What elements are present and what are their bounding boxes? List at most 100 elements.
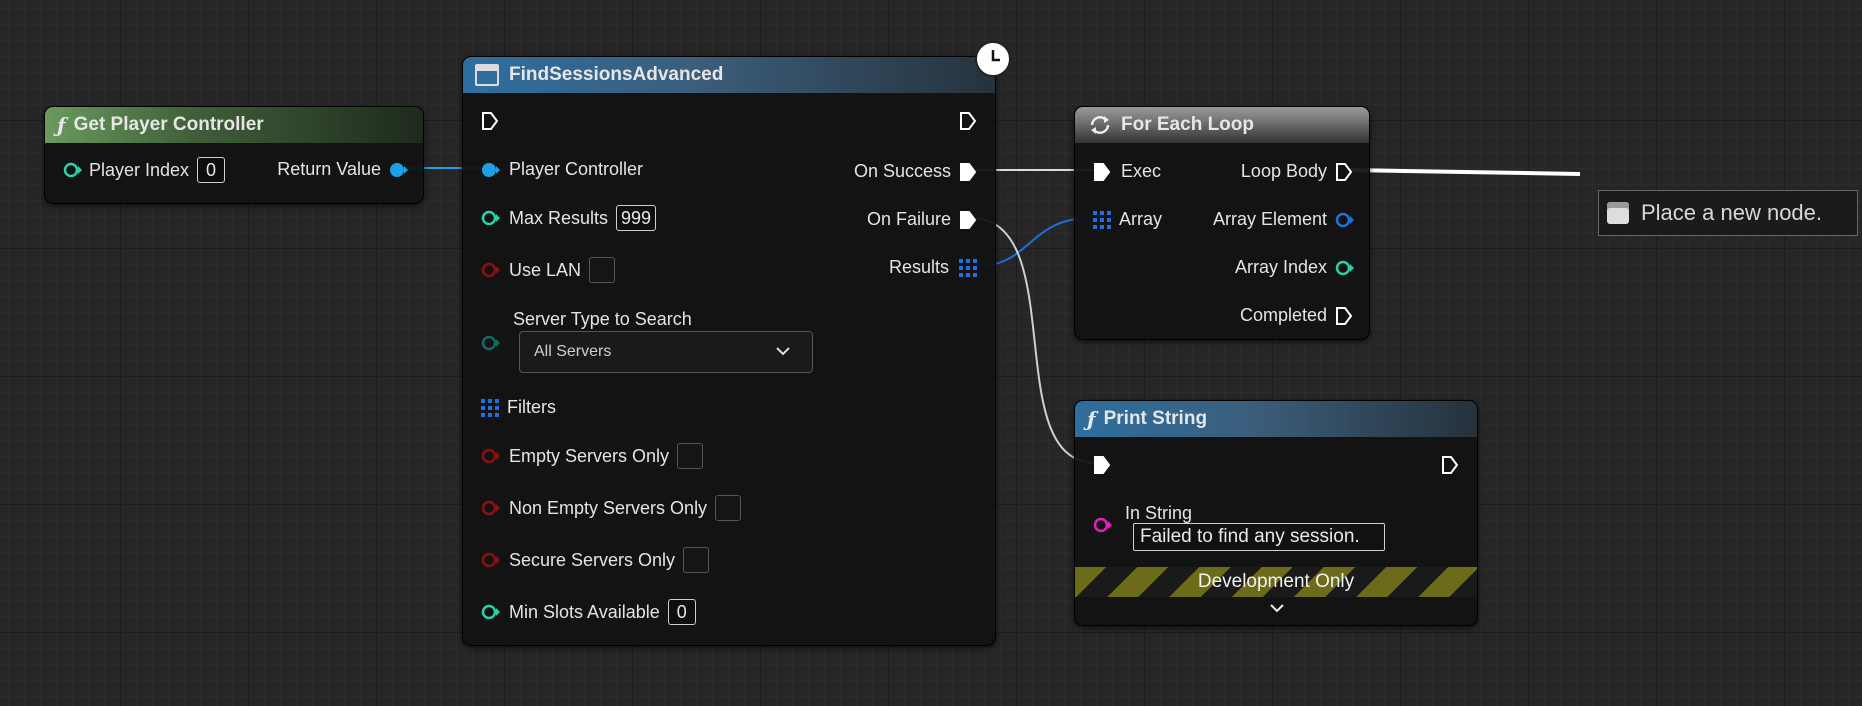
int-pin-icon[interactable] [481,604,501,620]
node-icon [1607,202,1629,224]
pin-label: Max Results [509,207,609,228]
pin-label: Return Value [277,159,381,179]
bool-pin-icon[interactable] [481,262,501,278]
clock-icon [975,41,1011,77]
pin-label: Array Element [1212,209,1327,229]
function-icon: ƒ [57,113,66,137]
empty-servers-only-pin[interactable]: Empty Servers Only [481,443,704,469]
get-player-controller-node[interactable]: ƒ Get Player Controller Player Index 0 R… [44,106,424,204]
node-header[interactable]: ƒ Get Player Controller [45,107,423,143]
player-index-pin[interactable]: Player Index 0 [63,157,226,183]
secure-servers-only-pin[interactable]: Secure Servers Only [481,547,710,573]
bool-pin-icon[interactable] [481,500,501,516]
completed-pin[interactable]: Completed [1240,305,1353,326]
pin-label: Completed [1239,305,1327,325]
loop-icon [1090,116,1110,134]
bool-pin-icon[interactable] [481,552,501,568]
exec-in-pin[interactable] [481,111,499,131]
string-pin-icon[interactable] [1093,517,1113,533]
struct-array-pin-icon[interactable] [959,258,977,277]
exec-pin-icon[interactable] [1335,306,1353,326]
pin-label: Array Index [1234,257,1327,277]
pin-label: Results [888,257,949,277]
for-each-loop-node[interactable]: For Each Loop Exec Array Loop Body Array… [1074,106,1370,340]
results-pin[interactable]: Results [889,257,977,278]
exec-in-pin[interactable] [1093,455,1111,475]
pin-label: In String [1125,503,1193,523]
node-title: Get Player Controller [73,114,264,135]
pin-label: Array [1119,209,1163,229]
pin-label: Filters [507,397,556,417]
find-sessions-advanced-node[interactable]: FindSessionsAdvanced Player Controller M… [462,41,1011,646]
int-pin-icon[interactable] [1335,260,1355,276]
array-pin[interactable]: Array [1093,209,1162,230]
node-title: FindSessionsAdvanced [509,64,724,85]
loop-body-pin[interactable]: Loop Body [1241,161,1353,182]
secure-servers-only-checkbox[interactable] [683,547,710,573]
array-element-pin[interactable]: Array Element [1213,209,1355,230]
exec-pin-icon[interactable] [959,162,977,182]
in-string-input[interactable]: Failed to find any session. [1133,523,1385,551]
pin-label: Secure Servers Only [509,549,676,570]
int-pin-icon[interactable] [481,210,501,226]
print-string-node[interactable]: ƒ Print String In String Failed to find … [1074,400,1478,626]
banner-label: Development Only [1197,571,1355,592]
array-index-pin[interactable]: Array Index [1235,257,1355,278]
bool-pin-icon[interactable] [481,448,501,464]
on-failure-pin[interactable]: On Failure [867,209,977,230]
int-pin-icon[interactable] [63,162,83,178]
node-header[interactable]: ƒ Print String [1075,401,1477,437]
player-index-input[interactable]: 0 [197,157,226,183]
exec-pin-icon[interactable] [959,210,977,230]
non-empty-servers-only-pin[interactable]: Non Empty Servers Only [481,495,742,521]
struct-array-pin-icon[interactable] [481,398,499,417]
function-icon: ƒ [1087,407,1096,431]
chevron-down-icon[interactable] [1269,603,1285,613]
node-title: For Each Loop [1121,114,1254,135]
max-results-pin[interactable]: Max Results 999 [481,205,657,231]
object-pin-icon[interactable] [481,162,501,178]
use-lan-pin[interactable]: Use LAN [481,257,616,283]
return-value-pin[interactable]: Return Value [277,159,409,180]
exec-pin-icon[interactable] [1093,162,1111,182]
byte-pin-icon[interactable] [481,335,501,351]
chevron-down-icon [776,347,790,356]
empty-servers-only-checkbox[interactable] [677,443,704,469]
node-icon [475,64,499,86]
pin-label: On Success [853,161,951,181]
object-pin-icon[interactable] [389,162,409,178]
node-header[interactable]: For Each Loop [1075,107,1369,143]
tooltip-text: Place a new node. [1641,200,1823,225]
place-new-node-tooltip: Place a new node. [1598,190,1858,236]
use-lan-checkbox[interactable] [589,257,616,283]
exec-pin-icon[interactable] [1335,162,1353,182]
player-controller-pin[interactable]: Player Controller [481,159,643,180]
in-string-label-row: In String [1125,503,1192,524]
exec-out-pin[interactable] [1441,455,1459,475]
pin-label: Player Index [89,159,190,180]
on-success-pin[interactable]: On Success [854,161,977,182]
dropdown-value: All Servers [534,343,612,360]
exec-out-pin[interactable] [959,111,977,131]
development-only-banner: Development Only [1075,567,1477,597]
pin-label: Use LAN [509,259,582,280]
non-empty-servers-only-checkbox[interactable] [715,495,742,521]
pin-label: On Failure [866,209,951,229]
pin-label: Min Slots Available [509,601,660,622]
object-pin-icon[interactable] [1335,212,1355,228]
max-results-input[interactable]: 999 [616,205,657,231]
min-slots-input[interactable]: 0 [667,599,696,625]
pin-label: Player Controller [509,159,644,179]
node-header[interactable]: FindSessionsAdvanced [463,57,995,93]
node-title: Print String [1103,408,1208,429]
wire-loop-body-drag [1349,168,1581,176]
exec-in-pin[interactable]: Exec [1093,161,1161,182]
pin-label: Server Type to Search [513,309,692,329]
pin-label: Exec [1121,161,1162,181]
struct-array-pin-icon[interactable] [1093,210,1111,229]
server-type-dropdown[interactable]: All Servers [519,331,813,373]
min-slots-available-pin[interactable]: Min Slots Available 0 [481,599,696,625]
pin-label: Empty Servers Only [509,445,670,466]
filters-pin[interactable]: Filters [481,397,556,418]
pin-label: Non Empty Servers Only [509,497,708,518]
